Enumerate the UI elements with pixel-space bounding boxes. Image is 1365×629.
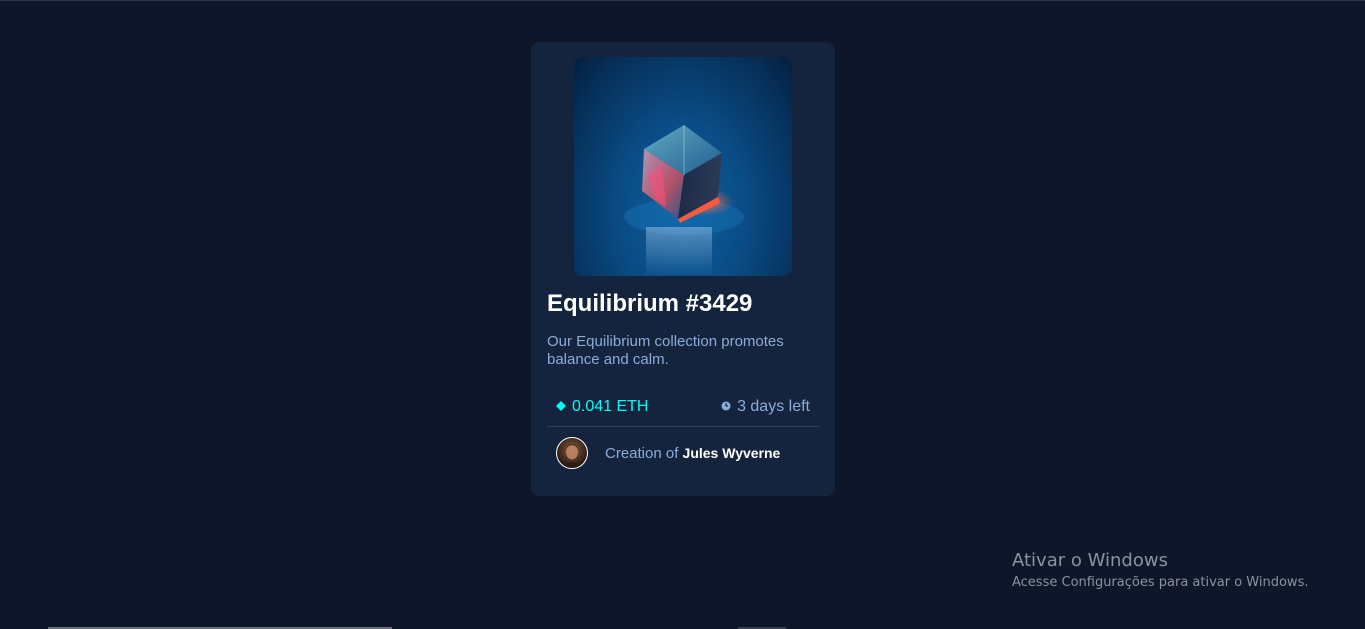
crystal-cube-image — [624, 125, 744, 276]
windows-activation-title: Ativar o Windows — [1012, 550, 1168, 571]
nft-title[interactable]: Equilibrium #3429 — [547, 290, 752, 318]
windows-activation-watermark: Ativar o Windows Acesse Configurações pa… — [1012, 550, 1308, 592]
creator-name[interactable]: Jules Wyverne — [683, 445, 781, 461]
avatar — [556, 437, 588, 469]
price-value: 0.041 ETH — [572, 398, 649, 415]
creator-text: Creation of Jules Wyverne — [605, 445, 780, 462]
creator-prefix: Creation of — [605, 445, 679, 462]
time-left-value: 3 days left — [737, 398, 810, 415]
time-left: 3 days left — [721, 397, 810, 417]
nft-description: Our Equilibrium collection promotes bala… — [547, 333, 784, 368]
windows-activation-subtitle: Acesse Configurações para ativar o Windo… — [1012, 575, 1309, 590]
creator: Creation of Jules Wyverne — [556, 436, 816, 472]
nft-card: Equilibrium #3429 Our Equilibrium collec… — [531, 42, 835, 496]
nft-stats: 0.041 ETH 3 days left — [547, 394, 820, 427]
ethereum-icon — [556, 401, 566, 411]
page: Equilibrium #3429 Our Equilibrium collec… — [0, 0, 1365, 629]
price: 0.041 ETH — [556, 397, 648, 417]
avatar-portrait-icon — [561, 444, 583, 468]
clock-icon — [721, 401, 731, 411]
nft-image[interactable] — [574, 57, 792, 276]
